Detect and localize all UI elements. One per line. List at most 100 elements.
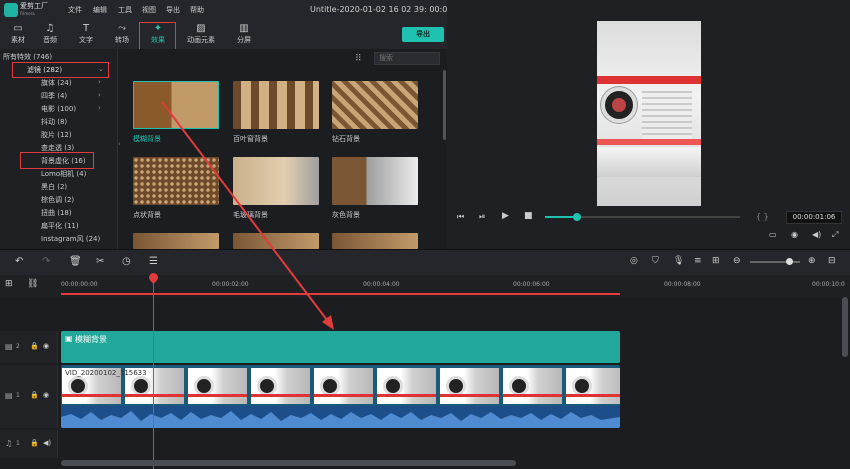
eye-icon[interactable]: ◉: [43, 391, 49, 399]
volume-icon[interactable]: ◀): [43, 439, 51, 447]
mic-icon[interactable]: 🎙: [673, 256, 684, 266]
play-icon[interactable]: ▶: [502, 211, 509, 221]
sidebar-category-item[interactable]: 所有特效 (746): [3, 52, 52, 62]
effect-thumbnail[interactable]: [233, 81, 319, 129]
preview-progress-knob[interactable]: [573, 213, 581, 221]
sidebar-category-item[interactable]: 四季 (4): [41, 91, 67, 101]
menu-edit[interactable]: 编辑: [93, 5, 107, 15]
ruler-tick: 00:00:04:00: [363, 281, 400, 288]
lock-icon[interactable]: 🔒: [30, 391, 39, 399]
search-input[interactable]: [374, 52, 440, 65]
sidebar-category-item[interactable]: 棕色调 (2): [41, 195, 74, 205]
menu-export[interactable]: 导出: [166, 5, 180, 15]
effect-clip[interactable]: ▣ 模糊背景: [61, 331, 620, 363]
sidebar-category-item[interactable]: 胶片 (12): [41, 130, 72, 140]
app-subname: Filmora: [20, 11, 35, 16]
tool-elements[interactable]: ▨ 动画元素: [183, 22, 219, 49]
effect-thumbnail[interactable]: [133, 233, 219, 249]
sidebar-category-item[interactable]: Lomo相机 (4): [41, 169, 86, 179]
playhead-line: [153, 277, 154, 469]
split-screen-icon: ▥: [239, 23, 249, 34]
prev-frame-icon[interactable]: ⏮: [457, 212, 464, 222]
clip-frame: [440, 368, 499, 404]
filter-highlight-box: [12, 62, 109, 78]
sidebar-category-item[interactable]: 黑白 (2): [41, 182, 67, 192]
chevron-icon[interactable]: ›: [98, 104, 101, 112]
clip-frame: [188, 368, 247, 404]
display-icon[interactable]: ▭: [769, 230, 777, 239]
effect-thumbnail[interactable]: [332, 81, 418, 129]
ruler-tick: 00:00:10:0: [812, 281, 845, 288]
undo-icon[interactable]: ↶: [15, 256, 23, 267]
chevron-icon[interactable]: ›: [98, 78, 101, 86]
tool-split-screen[interactable]: ▥ 分屏: [226, 22, 262, 49]
effect-thumbnail[interactable]: [233, 157, 319, 205]
link-icon[interactable]: ⛓: [27, 279, 38, 289]
export-button[interactable]: 导出: [402, 27, 444, 42]
video-clip[interactable]: VID_20200102_115633: [61, 365, 620, 428]
clip-frame: [503, 368, 562, 404]
effect-label: 模糊背景: [133, 135, 161, 143]
preview-video: [597, 21, 701, 206]
tool-text[interactable]: T 文字: [68, 22, 104, 49]
effects-scrollbar[interactable]: [443, 70, 446, 140]
effect-thumbnail[interactable]: [133, 157, 219, 205]
sidebar-category-item[interactable]: 扭曲 (18): [41, 208, 72, 218]
sidebar-category-item[interactable]: 电影 (100): [41, 104, 76, 114]
effect-thumbnail[interactable]: [233, 233, 319, 249]
zoom-in-icon[interactable]: ⊕: [808, 256, 816, 266]
app-name: 爱剪工厂: [20, 2, 48, 10]
timeline-horizontal-scrollbar[interactable]: [61, 460, 516, 466]
render-icon[interactable]: ◎: [630, 256, 638, 266]
sidebar-category-item[interactable]: 扁平化 (11): [41, 221, 79, 231]
transition-icon: ⤳: [118, 23, 126, 34]
menu-view[interactable]: 视图: [142, 5, 156, 15]
adjust-icon[interactable]: ☰: [149, 256, 158, 267]
redo-icon[interactable]: ↷: [42, 256, 50, 267]
duration-icon[interactable]: ◷: [122, 256, 131, 267]
audio-mixer-icon[interactable]: ≡: [694, 256, 702, 266]
bg-blur-highlight-box: [20, 152, 94, 169]
ruler-tick: 00:00:02:00: [212, 281, 249, 288]
menu-help[interactable]: 帮助: [190, 5, 204, 15]
delete-icon[interactable]: 🗑: [69, 256, 82, 267]
menu-tools[interactable]: 工具: [118, 5, 132, 15]
eye-icon[interactable]: ◉: [43, 342, 49, 350]
effect-thumbnail[interactable]: [133, 81, 219, 129]
fullscreen-icon[interactable]: ⤢: [832, 230, 838, 240]
audio-track-icon: ♫: [5, 439, 13, 448]
effects-grid-area: [118, 49, 447, 249]
collapse-sidebar-icon[interactable]: ‹: [118, 140, 121, 148]
music-icon: ♫: [45, 23, 55, 34]
play-frame-icon[interactable]: ⏯: [479, 212, 485, 222]
lock-icon[interactable]: 🔒: [30, 342, 39, 350]
zoom-out-icon[interactable]: ⊖: [733, 256, 741, 266]
stabilize-icon[interactable]: ⊞: [712, 256, 720, 266]
timeline-vertical-scrollbar[interactable]: [842, 297, 848, 357]
sidebar-category-item[interactable]: Instagram风 (24): [41, 234, 100, 244]
zoom-slider-knob[interactable]: [786, 258, 793, 265]
cut-icon[interactable]: ✂: [96, 256, 104, 267]
tool-audio[interactable]: ♫ 音频: [32, 22, 68, 49]
effects-highlight-box: [139, 22, 176, 51]
sidebar-category-item[interactable]: 旗体 (24): [41, 78, 72, 88]
add-track-icon[interactable]: ⊞: [5, 279, 13, 289]
mark-in-out[interactable]: { }: [756, 212, 769, 221]
lock-icon[interactable]: 🔒: [30, 439, 39, 447]
marker-icon[interactable]: ⛉: [652, 256, 659, 266]
video-clip-label: VID_20200102_115633: [65, 369, 147, 377]
fit-timeline-icon[interactable]: ⊟: [828, 256, 836, 266]
snapshot-icon[interactable]: ◉: [791, 230, 798, 239]
sidebar-category-item[interactable]: 抖动 (8): [41, 117, 67, 127]
grid-view-icon[interactable]: ⠿: [355, 54, 362, 64]
volume-icon[interactable]: ◀): [812, 230, 821, 239]
clip-frame: [566, 368, 620, 404]
chevron-icon[interactable]: ›: [98, 91, 101, 99]
effect-thumbnail[interactable]: [332, 233, 418, 249]
effect-thumbnail[interactable]: [332, 157, 418, 205]
stop-icon[interactable]: ■: [524, 211, 533, 221]
effect-label: 钻石背景: [332, 135, 360, 143]
tool-media[interactable]: ▭ 素材: [0, 22, 36, 49]
menu-file[interactable]: 文件: [68, 5, 82, 15]
tool-transition[interactable]: ⤳ 转场: [104, 22, 140, 49]
